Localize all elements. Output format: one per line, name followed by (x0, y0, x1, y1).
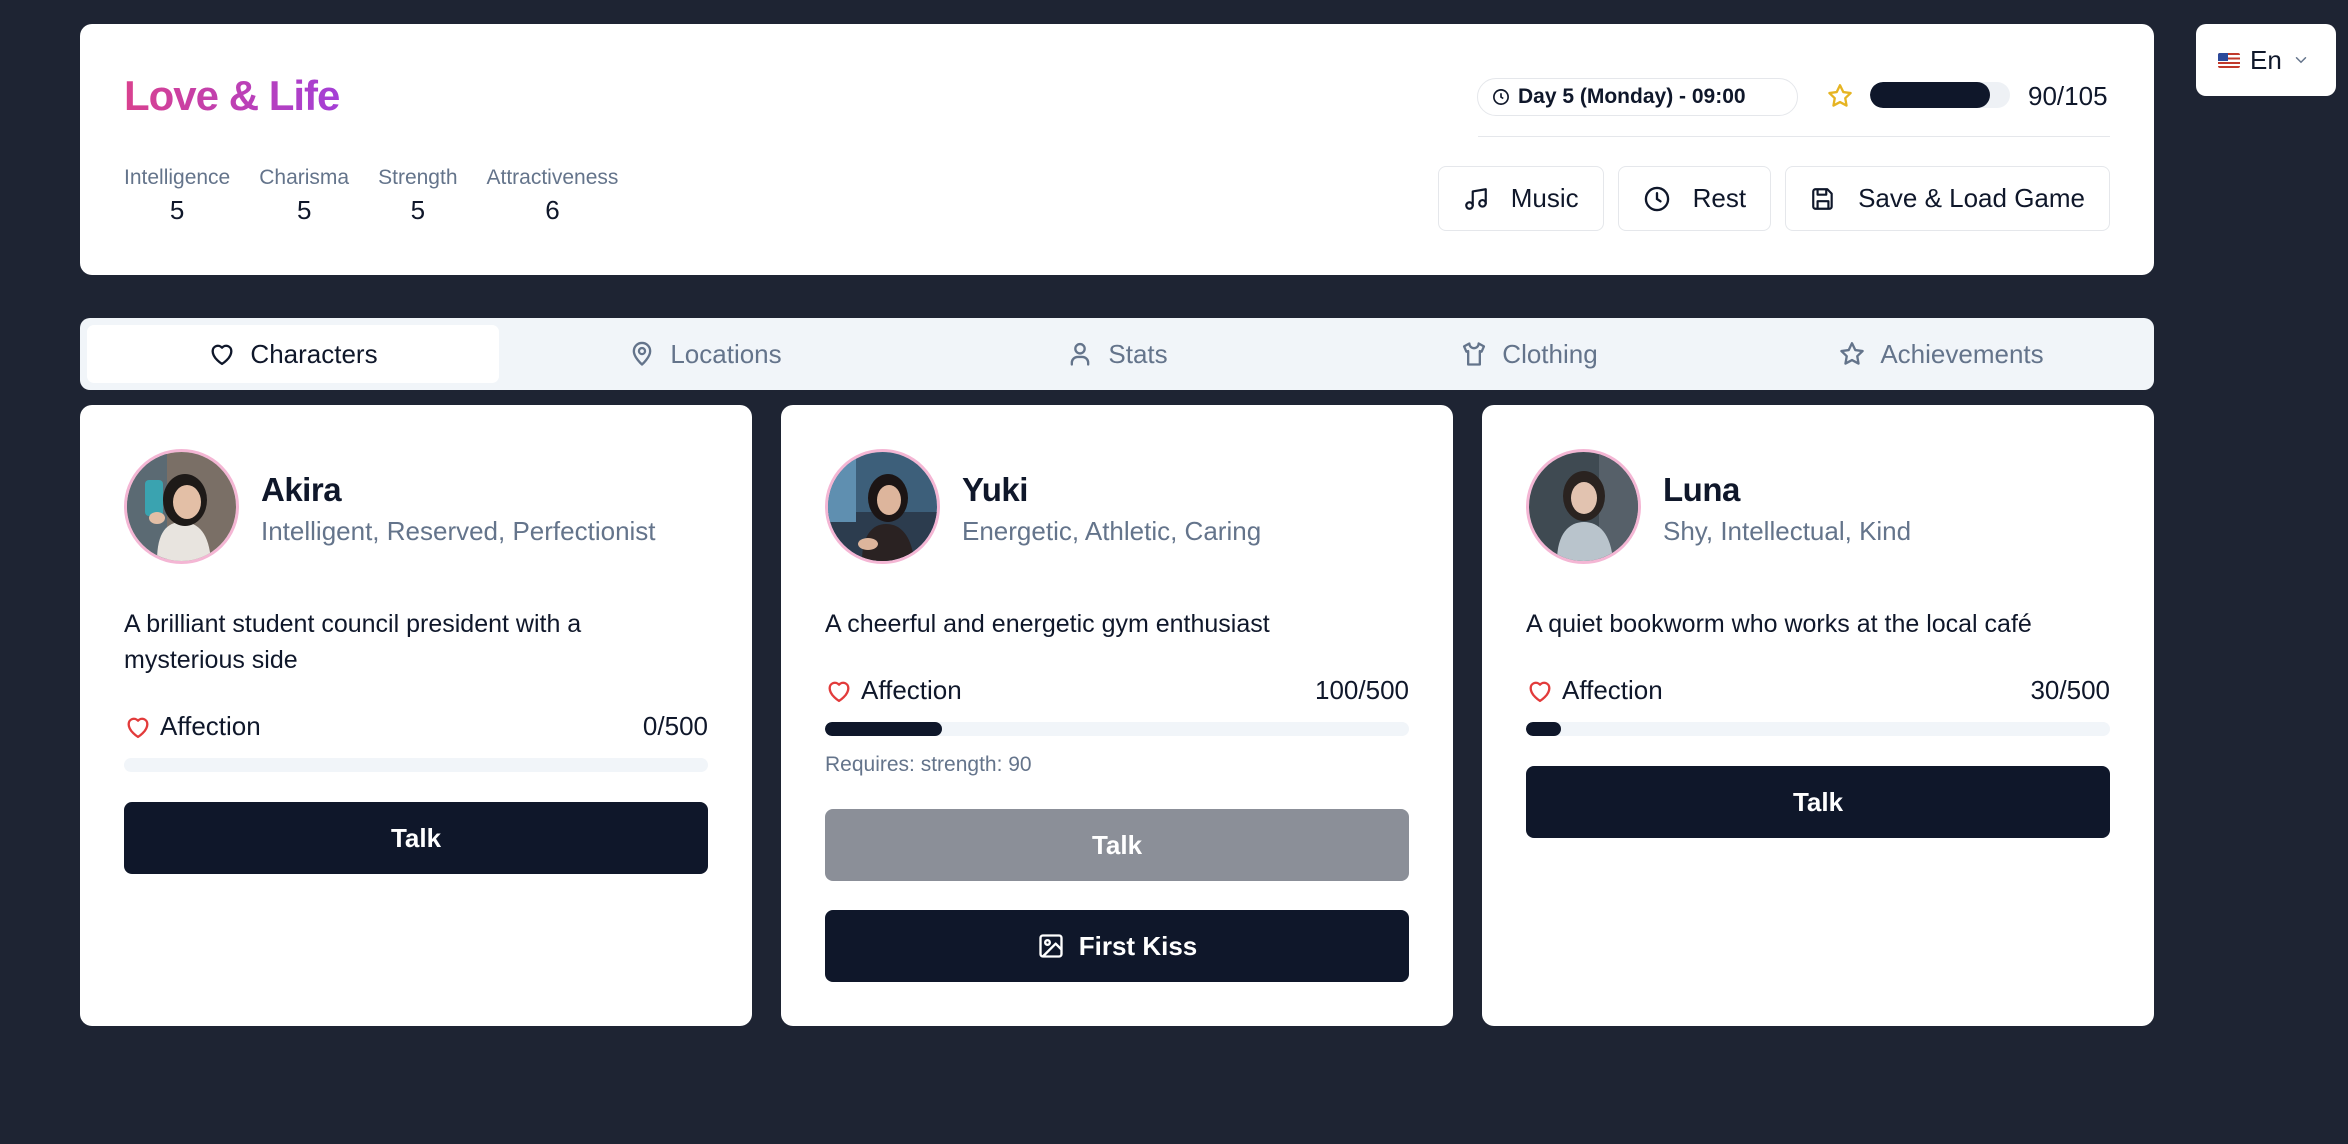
affection-value: 30/500 (2030, 675, 2110, 705)
chevron-down-icon (2292, 51, 2310, 69)
user-icon (1066, 340, 1094, 368)
talk-button-label: Talk (390, 822, 442, 853)
tab-stats[interactable]: Stats (911, 325, 1323, 383)
character-name: Yuki (962, 471, 1028, 508)
tab-characters[interactable]: Characters (87, 325, 499, 383)
heart-icon (1526, 677, 1554, 705)
header-divider (1478, 136, 2110, 137)
language-selector[interactable]: En (2196, 24, 2336, 96)
affection-row: Affection 100/500 (825, 675, 1409, 706)
stat-label: Attractiveness (486, 166, 619, 189)
us-flag-icon (2218, 52, 2240, 68)
stat-value: 5 (296, 195, 312, 225)
save-load-button[interactable]: Save & Load Game (1785, 166, 2110, 231)
talk-button-label: Talk (1792, 786, 1844, 817)
stat-value: 6 (545, 195, 560, 225)
stat-strength: Strength 5 (378, 166, 457, 224)
first-kiss-button-label: First Kiss (1078, 930, 1198, 961)
level-progress-fill (1870, 82, 1990, 108)
stat-intelligence: Intelligence 5 (124, 166, 230, 224)
star-icon (1826, 82, 1854, 110)
tab-label: Clothing (1502, 338, 1598, 369)
character-traits: Shy, Intellectual, Kind (1663, 516, 1912, 546)
affection-row: Affection 0/500 (124, 711, 708, 742)
character-description: A brilliant student council president wi… (124, 610, 582, 674)
stat-charisma: Charisma 5 (259, 166, 349, 224)
character-description: A cheerful and energetic gym enthusiast (825, 610, 1270, 638)
app-title: Love & Life (124, 72, 340, 119)
character-traits: Energetic, Athletic, Caring (962, 516, 1262, 546)
avatar (825, 449, 940, 564)
talk-button[interactable]: Talk (825, 809, 1409, 881)
character-description: A quiet bookworm who works at the local … (1526, 610, 2032, 638)
affection-bar (1526, 722, 2110, 736)
level-progress-bar (1870, 82, 2010, 108)
affection-row: Affection 30/500 (1526, 675, 2110, 706)
avatar (124, 449, 239, 564)
tab-clothing[interactable]: Clothing (1323, 325, 1735, 383)
stat-attractiveness: Attractiveness 6 (487, 166, 619, 224)
save-icon (1810, 186, 1836, 212)
affection-value: 0/500 (642, 711, 708, 741)
tab-locations[interactable]: Locations (499, 325, 911, 383)
level-progress-text: 90/105 (2028, 81, 2108, 111)
player-stats: Intelligence 5 Charisma 5 Strength 5 Att… (124, 166, 618, 224)
affection-bar (124, 758, 708, 772)
character-card-luna: Luna Shy, Intellectual, Kind A quiet boo… (1482, 405, 2154, 1026)
main-tabs: Characters Locations Stats Clothing Achi… (80, 318, 2154, 390)
tab-achievements[interactable]: Achievements (1735, 325, 2147, 383)
character-card-yuki: Yuki Energetic, Athletic, Caring A cheer… (781, 405, 1453, 1026)
stat-value: 5 (169, 195, 185, 225)
affection-value: 100/500 (1315, 675, 1409, 705)
affection-label: Affection (861, 675, 962, 705)
affection-label: Affection (160, 711, 261, 741)
music-button-label: Music (1510, 183, 1579, 213)
music-button[interactable]: Music (1437, 166, 1604, 231)
header-actions: Music Rest Save & Load Game (1437, 166, 2110, 231)
character-name: Akira (261, 471, 342, 508)
image-icon (1037, 932, 1065, 960)
stat-value: 5 (410, 195, 426, 225)
affection-fill (825, 722, 942, 736)
heart-icon (208, 340, 236, 368)
talk-button[interactable]: Talk (1526, 766, 2110, 838)
header-card: Love & Life Day 5 (Monday) - 09:00 90/10… (80, 24, 2154, 275)
day-badge: Day 5 (Monday) - 09:00 (1477, 78, 1798, 116)
affection-fill (1526, 722, 1562, 736)
requirement-text: Requires: strength: 90 (825, 753, 1032, 776)
tab-label: Achievements (1880, 338, 2044, 369)
tab-label: Stats (1108, 338, 1168, 369)
map-pin-icon (628, 340, 656, 368)
stat-label: Intelligence (124, 166, 231, 189)
shirt-icon (1460, 340, 1488, 368)
star-icon (1838, 340, 1866, 368)
day-time: Day 5 (Monday) - 09:00 (1518, 85, 1746, 108)
talk-button-label: Talk (1091, 829, 1143, 860)
character-traits: Intelligent, Reserved, Perfectionist (261, 516, 656, 546)
tab-label: Characters (250, 338, 378, 369)
character-card-akira: Akira Intelligent, Reserved, Perfectioni… (80, 405, 752, 1026)
affection-bar (825, 722, 1409, 736)
rest-button[interactable]: Rest (1617, 166, 1772, 231)
music-note-icon (1463, 186, 1489, 212)
first-kiss-button[interactable]: First Kiss (825, 910, 1409, 982)
tab-label: Locations (670, 338, 782, 369)
clock-icon (1643, 185, 1671, 213)
heart-icon (825, 677, 853, 705)
save-load-button-label: Save & Load Game (1858, 183, 2085, 213)
clock-icon (1492, 88, 1510, 106)
affection-label: Affection (1562, 675, 1663, 705)
language-label: En (2250, 44, 2282, 75)
talk-button[interactable]: Talk (124, 802, 708, 874)
avatar (1526, 449, 1641, 564)
stat-label: Strength (378, 166, 458, 189)
rest-button-label: Rest (1692, 183, 1747, 213)
character-name: Luna (1663, 471, 1740, 508)
stat-label: Charisma (259, 166, 350, 189)
heart-icon (124, 713, 152, 741)
